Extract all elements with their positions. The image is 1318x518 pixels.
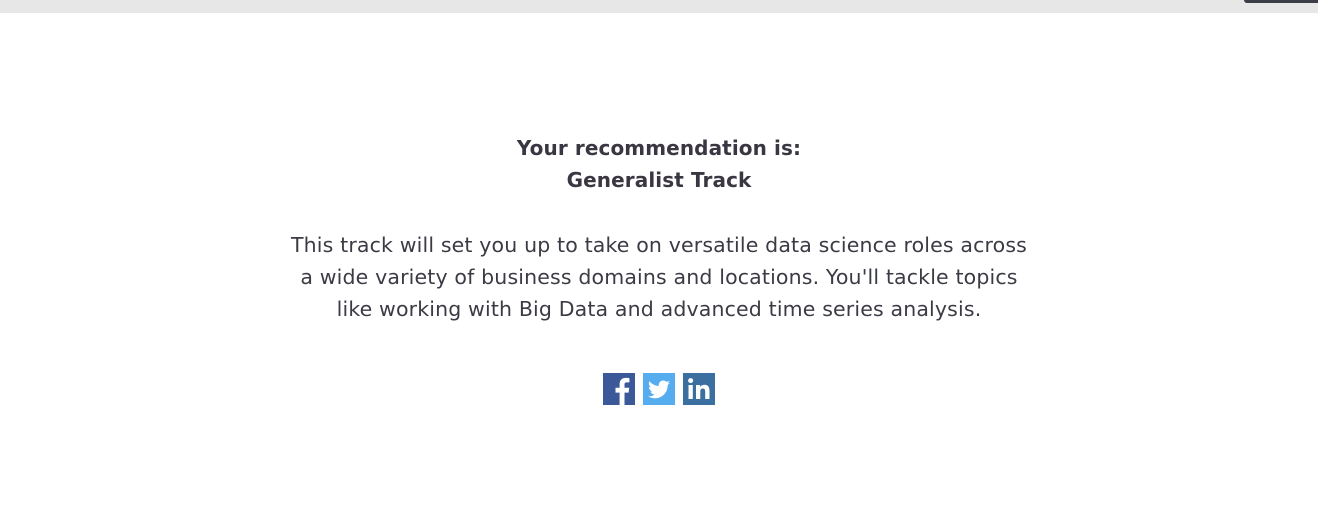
facebook-share-button[interactable]	[603, 373, 635, 405]
facebook-icon	[603, 373, 635, 405]
social-share-bar	[0, 373, 1318, 405]
browser-top-bar	[0, 0, 1318, 13]
recommendation-intro: Your recommendation is:	[516, 136, 802, 160]
corner-tab	[1244, 0, 1318, 3]
recommendation-track: Generalist Track	[566, 168, 752, 192]
recommendation-panel: Your recommendation is: Generalist Track…	[0, 132, 1318, 405]
recommendation-description: This track will set you up to take on ve…	[290, 233, 1028, 321]
twitter-icon	[643, 373, 675, 405]
twitter-share-button[interactable]	[643, 373, 675, 405]
linkedin-icon	[683, 373, 715, 405]
linkedin-share-button[interactable]	[683, 373, 715, 405]
